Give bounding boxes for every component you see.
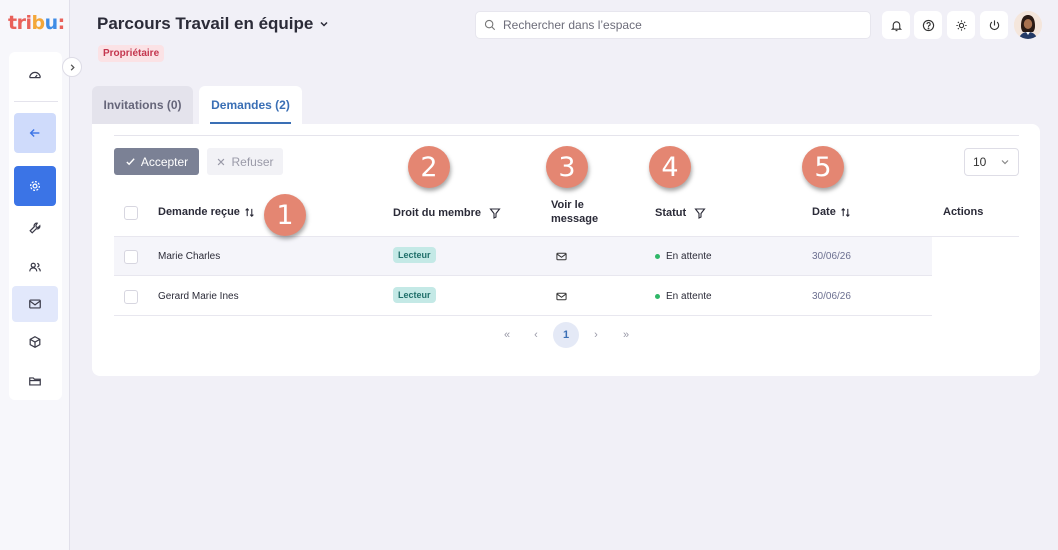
page-size-select[interactable]: 10	[964, 148, 1019, 176]
view-message-icon[interactable]	[556, 291, 567, 302]
box-icon[interactable]	[14, 322, 56, 362]
chevron-right-icon	[70, 63, 75, 71]
bell-icon	[890, 20, 902, 31]
members-icon[interactable]	[14, 247, 56, 287]
table-row[interactable]	[114, 237, 932, 276]
chevron-down-icon	[320, 21, 328, 27]
annotation-marker-2: 2	[408, 146, 450, 188]
status-indicator: En attente	[655, 291, 712, 302]
sidebar-divider	[14, 101, 58, 102]
search-input[interactable]	[503, 18, 843, 32]
refuse-button[interactable]: Refuser	[207, 148, 283, 175]
status-indicator: En attente	[655, 251, 712, 262]
sort-icon[interactable]	[840, 207, 851, 218]
sidebar: tribu:	[0, 0, 70, 550]
view-message-icon[interactable]	[556, 251, 567, 262]
refuse-label: Refuser	[231, 154, 274, 169]
requester-name: Gerard Marie Ines	[158, 291, 239, 302]
pagination-first-button[interactable]: «	[494, 322, 520, 348]
tab-invitations-label: Invitations (0)	[103, 98, 182, 112]
column-header-request[interactable]: Demande reçue	[158, 205, 255, 219]
page-title: Parcours Travail en équipe	[97, 14, 314, 33]
logout-button[interactable]	[980, 11, 1008, 39]
column-header-date[interactable]: Date	[812, 205, 851, 219]
pagination-next-button[interactable]: ›	[583, 322, 609, 348]
space-title-dropdown[interactable]: Parcours Travail en équipe	[97, 14, 329, 34]
close-icon	[218, 158, 225, 165]
annotation-marker-1: 1	[264, 194, 306, 236]
tab-demandes-label: Demandes (2)	[211, 98, 290, 112]
row-checkbox[interactable]	[124, 250, 138, 264]
annotation-marker-4: 4	[649, 146, 691, 188]
request-date: 30/06/26	[812, 291, 851, 302]
annotation-marker-5: 5	[802, 146, 844, 188]
sidebar-toggle-button[interactable]	[62, 57, 82, 77]
sun-icon	[955, 19, 967, 31]
status-dot	[655, 294, 660, 299]
filter-icon[interactable]	[489, 207, 501, 219]
role-badge: Lecteur	[393, 247, 436, 263]
status-text: En attente	[666, 291, 712, 302]
select-all-checkbox[interactable]	[124, 206, 138, 220]
role-badge: Lecteur	[393, 287, 436, 303]
back-button[interactable]	[14, 113, 56, 153]
messages-icon[interactable]	[12, 286, 58, 322]
chevron-down-icon	[1001, 160, 1009, 165]
column-header-status[interactable]: Statut	[655, 206, 706, 220]
avatar[interactable]	[1014, 11, 1042, 39]
search-bar[interactable]	[475, 11, 871, 39]
role-badge: Propriétaire	[98, 45, 165, 62]
settings-icon[interactable]	[14, 166, 56, 206]
help-button[interactable]	[914, 11, 942, 39]
sort-icon[interactable]	[244, 207, 255, 218]
pagination-page-button[interactable]: 1	[553, 322, 579, 348]
user-avatar-icon	[1014, 11, 1042, 39]
tab-invitations[interactable]: Invitations (0)	[92, 86, 193, 124]
folder-icon[interactable]	[14, 361, 56, 401]
power-icon	[989, 19, 999, 30]
column-header-actions: Actions	[943, 206, 984, 218]
check-icon	[126, 158, 135, 166]
help-icon	[922, 19, 934, 31]
pagination-prev-button[interactable]: ‹	[523, 322, 549, 348]
column-header-role[interactable]: Droit du membre	[393, 206, 501, 220]
accept-button[interactable]: Accepter	[114, 148, 199, 175]
tribu-logo[interactable]: tribu:	[8, 12, 65, 34]
request-date: 30/06/26	[812, 251, 851, 262]
requester-name: Marie Charles	[158, 251, 221, 262]
wrench-icon[interactable]	[14, 208, 56, 248]
tab-demandes[interactable]: Demandes (2)	[199, 86, 302, 124]
page-size-value: 10	[973, 155, 987, 169]
filter-icon[interactable]	[694, 207, 706, 219]
status-text: En attente	[666, 251, 712, 262]
theme-button[interactable]	[947, 11, 975, 39]
column-header-message: Voir le message	[551, 199, 599, 225]
panel-divider	[114, 135, 1019, 136]
dashboard-icon[interactable]	[14, 55, 56, 95]
status-dot	[655, 254, 660, 259]
accept-label: Accepter	[140, 154, 189, 169]
annotation-marker-3: 3	[546, 146, 588, 188]
notifications-button[interactable]	[882, 11, 910, 39]
pagination-last-button[interactable]: »	[613, 322, 639, 348]
row-checkbox[interactable]	[124, 290, 138, 304]
search-icon	[484, 19, 496, 31]
